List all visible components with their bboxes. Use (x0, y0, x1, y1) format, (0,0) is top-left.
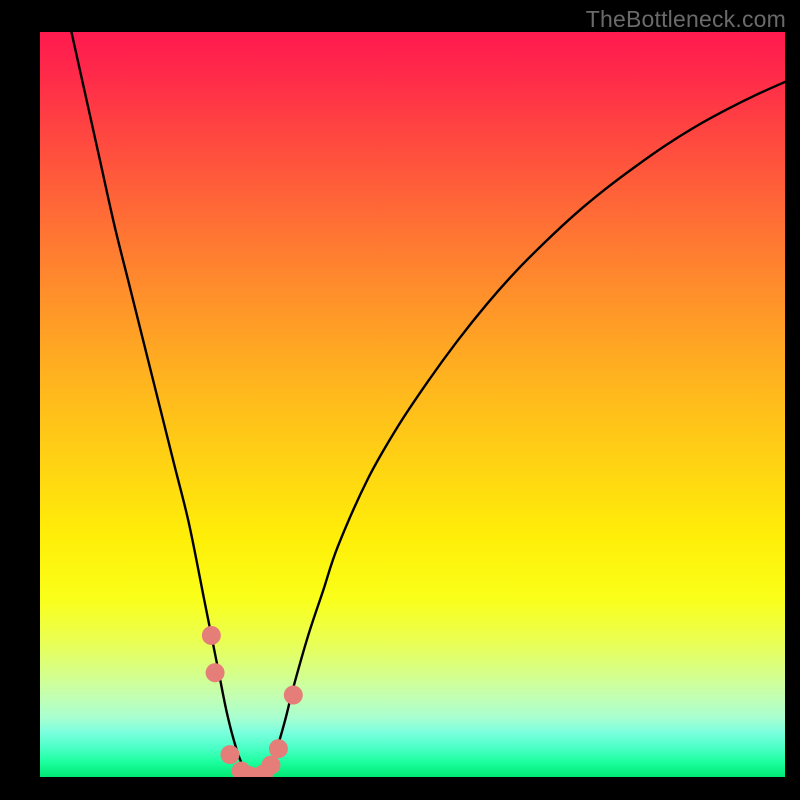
plot-area (40, 32, 785, 777)
watermark-text: TheBottleneck.com (586, 6, 786, 33)
curve-marker (220, 745, 239, 764)
curve-marker (261, 756, 280, 775)
bottleneck-curve (40, 32, 785, 777)
curve-marker (269, 739, 288, 758)
chart-frame: TheBottleneck.com (0, 0, 800, 800)
curve-marker (206, 663, 225, 682)
curve-marker (202, 626, 221, 645)
curve-layer (40, 32, 785, 777)
curve-marker (284, 686, 303, 705)
curve-markers (202, 626, 303, 777)
